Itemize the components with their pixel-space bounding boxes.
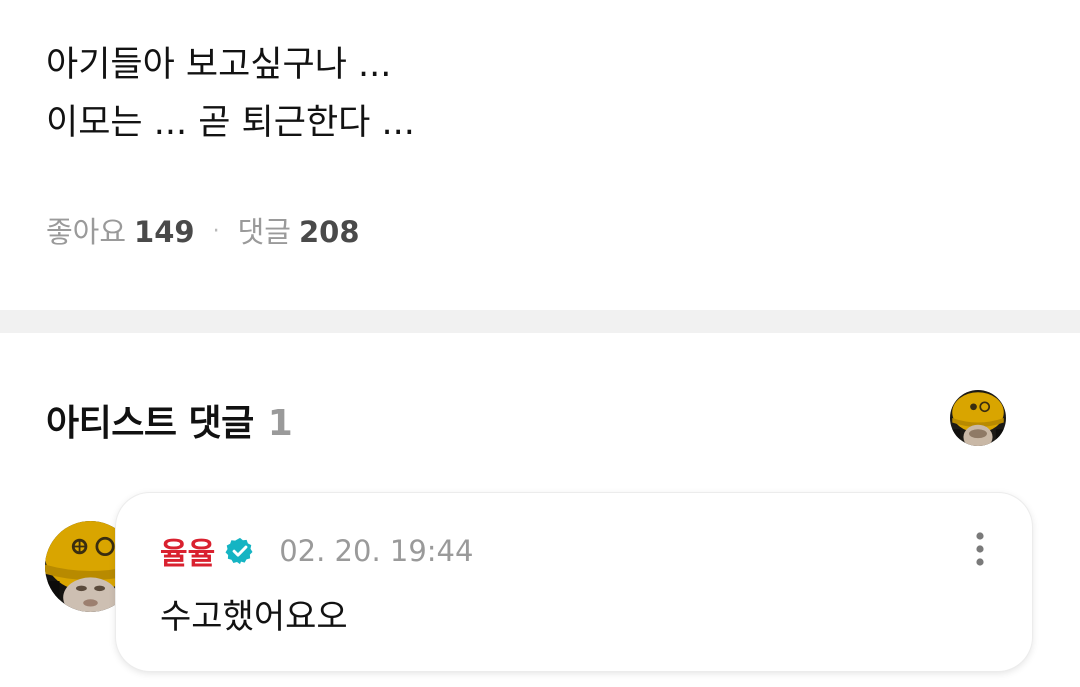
artist-comments-count: 1 <box>267 403 293 444</box>
stats-separator: · <box>212 219 220 244</box>
post-stats: 좋아요 149 · 댓글 208 <box>46 210 360 254</box>
likes-count[interactable]: 149 <box>134 210 195 254</box>
comment-timestamp: 02. 20. 19:44 <box>279 534 474 568</box>
comment-header: 율율 02. 20. 19:44 <box>160 529 473 573</box>
post-text-line-2: 이모는 ... 곧 퇴근한다 ... <box>46 103 415 143</box>
avatar-image <box>950 390 1006 446</box>
section-divider <box>0 310 1080 333</box>
comment-author[interactable]: 율율 <box>160 529 215 573</box>
verified-badge-icon <box>225 537 253 565</box>
comment-text: 수고했어요오 <box>160 597 348 637</box>
likes-label[interactable]: 좋아요 <box>46 210 126 254</box>
post-text-line-1: 아기들아 보고싶구나 ... <box>46 45 392 85</box>
comments-label[interactable]: 댓글 <box>238 210 291 254</box>
artist-avatar-small[interactable] <box>950 390 1006 446</box>
post-body: 아기들아 보고싶구나 ... 이모는 ... 곧 퇴근한다 ... <box>46 36 1026 152</box>
artist-comment-card[interactable]: 율율 02. 20. 19:44 수고했어요오 <box>116 493 1032 671</box>
comments-count[interactable]: 208 <box>299 210 360 254</box>
artist-comments-title: 아티스트 댓글 <box>46 403 254 444</box>
artist-comments-header: 아티스트 댓글 1 <box>46 394 293 446</box>
more-vertical-icon[interactable] <box>974 531 986 567</box>
